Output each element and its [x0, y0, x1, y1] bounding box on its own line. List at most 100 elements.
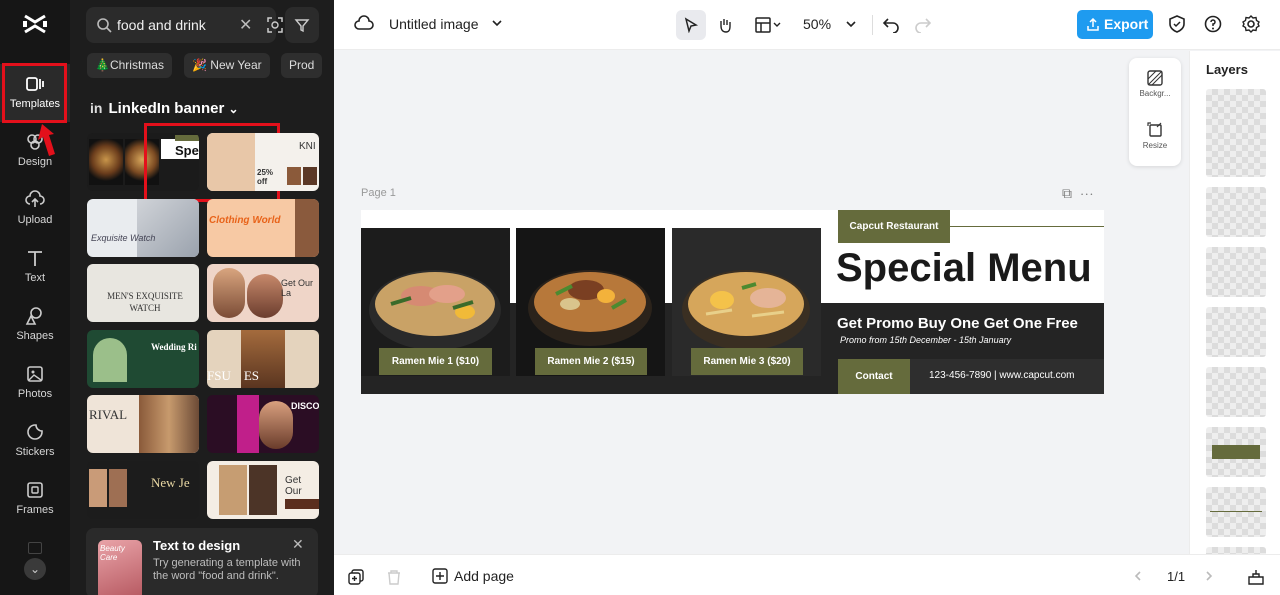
sidebar-item-text[interactable]: Text: [0, 238, 70, 296]
template-thumb[interactable]: MEN'S EXQUISITE WATCH: [87, 264, 199, 322]
add-layer-icon[interactable]: [348, 569, 364, 585]
sidebar-item-photos[interactable]: Photos: [0, 354, 70, 412]
more-icon[interactable]: ⋯: [1080, 185, 1094, 201]
sidebar-item-stickers[interactable]: Stickers: [0, 412, 70, 470]
template-thumb[interactable]: New Je: [87, 461, 199, 519]
templates-panel: food and drink ✕ 🎄Christmas 🎉 New Year P…: [70, 0, 334, 595]
zoom-level[interactable]: 50%: [803, 16, 831, 32]
template-thumb[interactable]: RIVAL: [87, 395, 199, 453]
frames-icon: [27, 482, 43, 498]
template-thumb[interactable]: DISCOU: [207, 395, 319, 453]
chip-christmas[interactable]: 🎄Christmas: [87, 53, 172, 78]
image-search-icon[interactable]: [266, 16, 284, 34]
layer-thumb[interactable]: [1206, 547, 1266, 554]
layout-tool[interactable]: [748, 10, 788, 40]
sidebar-item-frames[interactable]: Frames: [0, 470, 70, 528]
sidebar-item-label: Text: [24, 272, 46, 284]
layer-preview: [1212, 445, 1260, 459]
template-thumb[interactable]: Clothing World: [207, 199, 319, 257]
layer-thumb[interactable]: [1206, 367, 1266, 417]
cloud-icon[interactable]: [354, 15, 374, 33]
document-title[interactable]: Untitled image: [389, 16, 479, 32]
gear-icon[interactable]: [1242, 15, 1260, 33]
layers-title: Layers: [1206, 62, 1248, 77]
caption-3[interactable]: Ramen Mie 3 ($20): [691, 348, 803, 375]
thumb-text: Get Our La: [281, 278, 314, 298]
export-button[interactable]: Export: [1077, 10, 1153, 39]
hand-icon: [720, 19, 731, 33]
trash-icon[interactable]: [386, 569, 402, 585]
restaurant-tag[interactable]: Capcut Restaurant: [838, 210, 950, 243]
layer-thumb[interactable]: [1206, 127, 1266, 177]
contact-info[interactable]: 123-456-7890 | www.capcut.com: [929, 370, 1074, 381]
page-counter: 1/1: [1167, 569, 1186, 584]
category-label: LinkedIn banner: [108, 100, 225, 117]
add-page-button[interactable]: Add page: [432, 568, 514, 584]
layout-icon: [755, 17, 781, 33]
caption-2[interactable]: Ramen Mie 2 ($15): [535, 348, 647, 375]
help-icon[interactable]: [1204, 15, 1222, 33]
select-tool[interactable]: [676, 10, 706, 40]
left-rail: Templates Design Upload Text Shapes Phot…: [0, 0, 70, 595]
background-tool[interactable]: Backgr...: [1129, 70, 1181, 98]
promo-subtitle[interactable]: Promo from 15th December - 15th January: [840, 335, 1011, 345]
contact-label[interactable]: Contact: [838, 359, 910, 394]
caption-1[interactable]: Ramen Mie 1 ($10): [379, 348, 492, 375]
app-window: Templates Design Upload Text Shapes Phot…: [0, 0, 1280, 595]
layer-thumb[interactable]: [1206, 247, 1266, 297]
layers-panel: Layers: [1189, 51, 1280, 554]
chevron-down-icon[interactable]: [845, 18, 857, 30]
thumb-text: Get Our: [285, 475, 302, 497]
text-to-design-card[interactable]: Beauty Care Text to design Try generatin…: [86, 528, 318, 595]
template-thumb[interactable]: Get Our: [207, 461, 319, 519]
export-label: Export: [1104, 16, 1149, 32]
chevron-left-icon[interactable]: [1132, 570, 1144, 582]
duplicate-page-icon[interactable]: ⧉: [1062, 185, 1072, 201]
sidebar-item-label: Stickers: [15, 446, 55, 458]
layer-thumb[interactable]: [1206, 307, 1266, 357]
chevron-down-icon[interactable]: [491, 17, 503, 29]
chip-prod[interactable]: Prod: [281, 53, 323, 78]
search-input[interactable]: food and drink ✕: [86, 7, 283, 43]
tool-label: Resize: [1142, 141, 1168, 150]
red-pointer-arrow: [38, 124, 55, 156]
promo-title[interactable]: Get Promo Buy One Get One Free: [837, 315, 1078, 332]
background-icon: [1147, 70, 1163, 86]
shapes-icon: [25, 307, 42, 325]
sidebar-item-upload[interactable]: Upload: [0, 180, 70, 238]
bottom-bar: Add page 1/1: [334, 554, 1280, 595]
template-thumb[interactable]: Exquisite Watch: [87, 199, 199, 257]
clear-search-icon[interactable]: ✕: [239, 15, 252, 35]
template-thumb[interactable]: Wedding Ri: [87, 330, 199, 388]
chevron-right-icon[interactable]: [1203, 570, 1215, 582]
resize-tool[interactable]: Resize: [1129, 122, 1181, 150]
layer-thumb[interactable]: [1206, 427, 1266, 477]
close-icon[interactable]: ✕: [292, 536, 304, 553]
layer-thumb[interactable]: [1206, 187, 1266, 237]
undo-icon[interactable]: [882, 15, 900, 33]
more-apps-icon[interactable]: [28, 542, 42, 554]
filter-button[interactable]: [285, 7, 319, 43]
shield-icon[interactable]: [1168, 15, 1186, 33]
collapse-icon[interactable]: [1248, 569, 1264, 585]
photos-icon: [27, 366, 43, 382]
text-to-design-description: Try generating a template with the word …: [153, 557, 301, 582]
category-title[interactable]: in LinkedIn banner ⌄: [90, 100, 239, 117]
layer-thumb[interactable]: [1206, 487, 1266, 537]
template-thumb[interactable]: 25% off KNI: [207, 133, 319, 191]
template-thumb[interactable]: Get Our La: [207, 264, 319, 322]
hand-tool[interactable]: [710, 10, 740, 40]
stickers-icon: [27, 424, 43, 440]
design-banner[interactable]: Ramen Mie 1 ($10) Ramen Mie 2 ($15) Rame…: [361, 210, 1104, 394]
add-page-label: Add page: [454, 568, 514, 584]
headline[interactable]: Special Menu: [836, 246, 1092, 291]
sidebar-item-shapes[interactable]: Shapes: [0, 296, 70, 354]
chip-new-year[interactable]: 🎉 New Year: [184, 53, 270, 78]
redo-icon[interactable]: [914, 15, 932, 33]
sidebar-item-design[interactable]: Design: [0, 122, 70, 180]
template-thumb[interactable]: FSU ES: [207, 330, 319, 388]
canvas-area[interactable]: Backgr... Resize Page 1 ⧉ ⋯ Ramen Mie 1 …: [334, 51, 1189, 554]
templates-highlight-box: [2, 63, 67, 123]
chevron-down-icon[interactable]: ⌄: [24, 558, 46, 580]
divider: [872, 15, 873, 35]
